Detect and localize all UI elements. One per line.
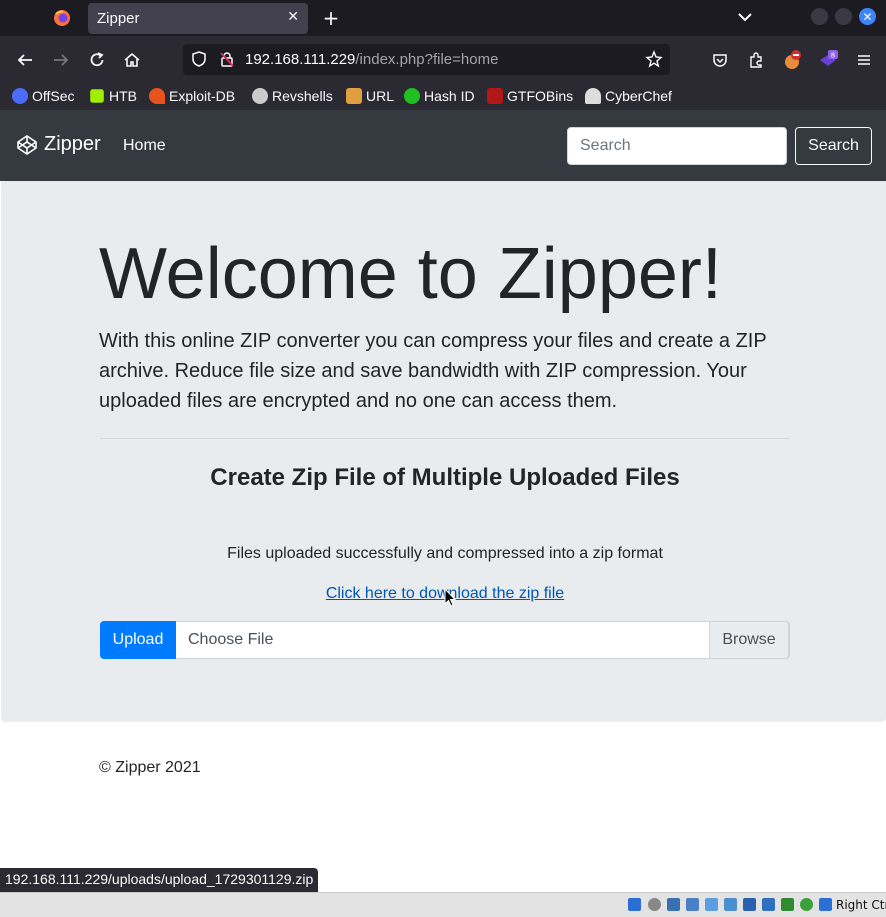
network-icon[interactable] <box>686 898 699 911</box>
file-input-label: Choose File <box>188 631 274 648</box>
firefox-menu-icon[interactable] <box>48 4 76 32</box>
section-title: Create Zip File of Multiple Uploaded Fil… <box>210 464 680 491</box>
host-key-label: Right Ctrl <box>836 898 886 912</box>
gtfobins-icon <box>487 88 503 104</box>
site-search-input[interactable] <box>567 127 787 165</box>
upload-button[interactable]: Upload <box>100 621 176 659</box>
skull-icon <box>252 88 268 104</box>
extensions-icon[interactable] <box>744 48 768 72</box>
home-icon[interactable] <box>120 48 144 72</box>
close-window-button[interactable]: ✕ <box>859 8 876 25</box>
bookmark-label: URL <box>366 88 395 104</box>
hamburger-menu-icon[interactable] <box>852 48 876 72</box>
bookmark-gtfobins[interactable]: GTFOBins <box>487 86 573 106</box>
usb-icon[interactable] <box>705 898 718 911</box>
upload-form: Upload Choose File Browse <box>100 621 790 659</box>
insecure-lock-icon[interactable] <box>219 51 235 71</box>
file-input[interactable]: Choose File Browse <box>176 621 790 659</box>
url-text[interactable]: 192.168.111.229/index.php?file=home <box>245 51 498 68</box>
bookmark-label: CyberChef <box>605 88 672 104</box>
tab-strip: Zipper ✕ + ✕ <box>0 0 886 36</box>
codepen-logo-icon <box>17 134 37 155</box>
bookmark-hash-id[interactable]: Hash ID <box>404 86 475 106</box>
bookmark-exploit-db[interactable]: Exploit-DB <box>149 86 235 106</box>
bookmark-label: GTFOBins <box>507 88 574 104</box>
minimize-window-button[interactable] <box>811 8 828 25</box>
bookmark-cyberchef[interactable]: CyberChef <box>585 86 672 106</box>
bookmark-label: HTB <box>109 88 137 104</box>
divider <box>100 438 790 439</box>
bookmark-revshells[interactable]: Revshells <box>252 86 333 106</box>
url-bar[interactable]: 192.168.111.229/index.php?file=home <box>183 44 670 75</box>
bookmark-label: Revshells <box>272 88 333 104</box>
nav-home-link[interactable]: Home <box>123 137 166 155</box>
mouse-integration-icon[interactable] <box>800 898 813 911</box>
site-navbar: Zipper Home Search <box>0 110 886 181</box>
svg-text:8: 8 <box>831 52 835 60</box>
reload-icon[interactable] <box>85 48 109 72</box>
bookmark-label: OffSec <box>32 88 75 104</box>
bookmark-url[interactable]: URL <box>346 86 394 106</box>
jumbotron: Welcome to Zipper! With this online ZIP … <box>1 181 886 722</box>
foxyproxy-extension-icon[interactable] <box>780 48 804 72</box>
navigation-toolbar: 192.168.111.229/index.php?file=home 8 <box>0 36 886 82</box>
url-host: 192.168.111.229 <box>245 51 356 68</box>
vm-status-bar: Right Ctrl <box>0 892 886 917</box>
footer-copyright: © Zipper 2021 <box>99 759 201 776</box>
page-title: Welcome to Zipper! <box>99 234 722 314</box>
audio-icon[interactable] <box>667 898 680 911</box>
bookmark-star-icon[interactable] <box>645 50 663 72</box>
list-all-tabs-icon[interactable] <box>736 8 754 26</box>
upload-success-message: Files uploaded successfully and compress… <box>227 545 663 562</box>
close-tab-icon[interactable]: ✕ <box>287 9 299 25</box>
url-decoder-icon <box>346 88 362 104</box>
bookmark-label: Hash ID <box>424 88 475 104</box>
bookmark-offsec[interactable]: OffSec <box>12 86 75 106</box>
brand-name: Zipper <box>44 133 101 155</box>
exploit-db-icon <box>149 88 165 104</box>
bookmarks-toolbar: OffSec HTB Exploit-DB Revshells URL Hash… <box>0 82 886 110</box>
shared-folders-icon[interactable] <box>724 898 737 911</box>
maximize-window-button[interactable] <box>835 8 852 25</box>
lead-paragraph: With this online ZIP converter you can c… <box>99 330 767 412</box>
bookmark-label: Exploit-DB <box>169 88 236 104</box>
bookmark-htb[interactable]: HTB <box>89 86 137 106</box>
mouse-cursor-icon <box>444 587 457 612</box>
recording-icon[interactable] <box>762 898 775 911</box>
tracking-shield-icon[interactable] <box>191 51 207 71</box>
wappalyzer-extension-icon[interactable]: 8 <box>816 48 840 72</box>
display-icon[interactable] <box>743 898 756 911</box>
htb-icon <box>90 89 104 103</box>
back-icon[interactable] <box>13 48 37 72</box>
link-status-url: 192.168.111.229/uploads/upload_172930112… <box>0 868 319 892</box>
url-path: /index.php?file=home <box>355 51 499 68</box>
page-viewport: Zipper Home Search Welcome to Zipper! Wi… <box>0 110 886 892</box>
site-brand[interactable]: Zipper <box>16 133 101 156</box>
active-tab[interactable]: Zipper ✕ <box>88 3 308 34</box>
tab-title: Zipper <box>97 10 140 27</box>
browse-button[interactable]: Browse <box>709 621 789 659</box>
disk-icon[interactable] <box>628 898 641 911</box>
site-search-button[interactable]: Search <box>795 127 872 165</box>
new-tab-button[interactable]: + <box>320 6 342 30</box>
chef-hat-icon <box>585 88 601 104</box>
hash-id-icon <box>404 88 420 104</box>
forward-icon[interactable] <box>49 48 73 72</box>
offsec-icon <box>12 88 28 104</box>
optical-drive-icon[interactable] <box>648 898 661 911</box>
pocket-icon[interactable] <box>708 48 732 72</box>
cpu-icon[interactable] <box>781 898 794 911</box>
keyboard-capture-icon[interactable] <box>819 898 832 911</box>
